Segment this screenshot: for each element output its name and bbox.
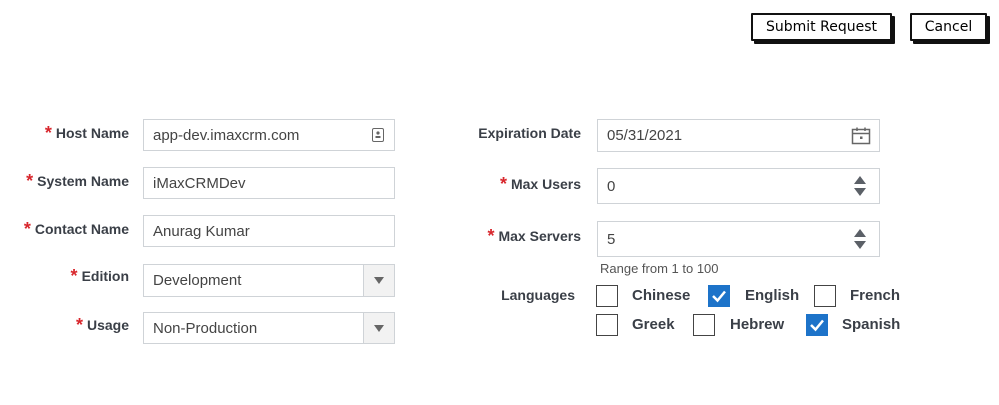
max-servers-hint: Range from 1 to 100 bbox=[600, 261, 719, 276]
check-icon bbox=[712, 290, 726, 303]
max-servers-value: 5 bbox=[607, 230, 616, 248]
cancel-button[interactable]: Cancel bbox=[910, 13, 987, 41]
usage-select[interactable]: Non-Production bbox=[143, 312, 395, 344]
checkbox-label-hebrew: Hebrew bbox=[730, 316, 785, 333]
max-servers-stepper[interactable]: 5 bbox=[597, 221, 880, 257]
submit-request-button[interactable]: Submit Request bbox=[751, 13, 892, 41]
checkbox-greek[interactable] bbox=[596, 314, 618, 336]
edition-select[interactable]: Development bbox=[143, 264, 395, 297]
max-users-label: * Max Users bbox=[499, 174, 581, 194]
required-marker: * bbox=[23, 219, 31, 239]
stepper-arrows-icon[interactable] bbox=[841, 169, 879, 203]
host-name-label: * Host Name bbox=[44, 123, 129, 143]
required-marker: * bbox=[26, 171, 34, 191]
system-name-label: * System Name bbox=[26, 171, 129, 191]
max-users-value: 0 bbox=[607, 177, 616, 195]
stepper-arrows-icon[interactable] bbox=[841, 222, 879, 256]
usage-label: * Usage bbox=[75, 315, 129, 335]
checkbox-chinese[interactable] bbox=[596, 285, 618, 307]
chevron-down-icon[interactable] bbox=[363, 313, 394, 343]
required-marker: * bbox=[44, 123, 52, 143]
checkbox-hebrew[interactable] bbox=[693, 314, 715, 336]
expiration-date-value: 05/31/2021 bbox=[607, 127, 683, 144]
checkbox-label-greek: Greek bbox=[632, 316, 675, 333]
max-servers-label: * Max Servers bbox=[487, 226, 581, 246]
checkbox-label-chinese: Chinese bbox=[632, 287, 691, 304]
calendar-icon[interactable] bbox=[851, 127, 871, 145]
usage-value: Non-Production bbox=[153, 319, 258, 337]
contact-card-icon[interactable] bbox=[372, 128, 384, 142]
max-users-stepper[interactable]: 0 bbox=[597, 168, 880, 204]
check-icon bbox=[810, 319, 824, 332]
checkbox-label-french: French bbox=[850, 287, 901, 304]
required-marker: * bbox=[499, 174, 507, 194]
required-marker: * bbox=[70, 266, 78, 286]
required-marker: * bbox=[75, 315, 83, 335]
contact-name-value: Anurag Kumar bbox=[153, 222, 250, 240]
system-name-value: iMaxCRMDev bbox=[153, 174, 246, 192]
expiration-date-field[interactable]: 05/31/2021 bbox=[597, 119, 880, 152]
host-name-field[interactable]: app-dev.imaxcrm.com bbox=[143, 119, 395, 151]
checkbox-label-english: English bbox=[745, 287, 800, 304]
checkbox-spanish[interactable] bbox=[806, 314, 828, 336]
edition-label: * Edition bbox=[70, 266, 129, 286]
edition-value: Development bbox=[153, 272, 242, 289]
required-marker: * bbox=[487, 226, 495, 246]
checkbox-french[interactable] bbox=[814, 285, 836, 307]
checkbox-english[interactable] bbox=[708, 285, 730, 307]
languages-label: Languages bbox=[501, 287, 575, 303]
contact-name-field[interactable]: Anurag Kumar bbox=[143, 215, 395, 247]
contact-name-label: * Contact Name bbox=[23, 219, 129, 239]
host-name-value: app-dev.imaxcrm.com bbox=[153, 126, 300, 144]
checkbox-label-spanish: Spanish bbox=[842, 316, 901, 333]
expiration-date-label: Expiration Date bbox=[478, 125, 581, 141]
chevron-down-icon[interactable] bbox=[363, 265, 394, 296]
system-name-field[interactable]: iMaxCRMDev bbox=[143, 167, 395, 199]
